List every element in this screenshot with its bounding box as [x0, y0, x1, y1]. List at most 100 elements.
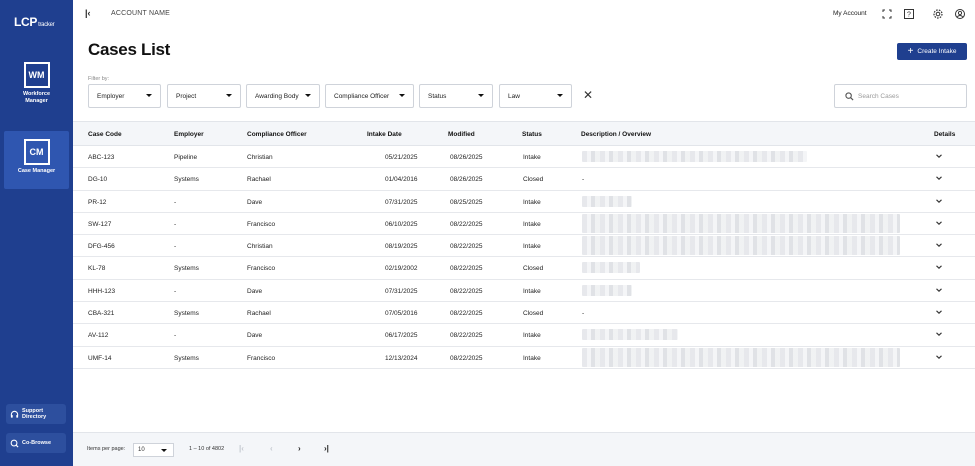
collapse-sidebar-icon[interactable]: |‹: [85, 8, 91, 18]
case-code[interactable]: PR-12: [88, 199, 106, 206]
status: Closed: [523, 176, 544, 184]
redacted-description: [582, 329, 678, 341]
filter-employer[interactable]: Employer: [88, 84, 161, 108]
employer: Systems: [174, 310, 199, 318]
column-header[interactable]: Employer: [174, 131, 204, 138]
filter-awarding-body[interactable]: Awarding Body: [246, 84, 320, 108]
case-code[interactable]: AV-112: [88, 332, 108, 339]
support-directory-button[interactable]: Support Directory: [6, 404, 66, 424]
create-intake-button[interactable]: + Create Intake: [897, 43, 967, 60]
employer: -: [174, 243, 177, 251]
chevron-down-icon[interactable]: [935, 174, 943, 182]
clear-filters-icon[interactable]: ✕: [583, 89, 593, 101]
chevron-down-icon[interactable]: [935, 353, 943, 361]
help-icon[interactable]: ?: [903, 8, 915, 20]
chevron-down-icon[interactable]: [935, 241, 943, 249]
cases-table: Case Code Employer Compliance Officer In…: [73, 121, 975, 369]
column-header[interactable]: Modified: [448, 131, 475, 138]
employer: Pipeline: [174, 154, 198, 161]
search-box[interactable]: [834, 84, 967, 108]
case-code[interactable]: CBA-321: [88, 310, 114, 317]
search-input[interactable]: [858, 92, 958, 100]
table-row[interactable]: DFG-456 - Christian 08/19/2025 08/22/202…: [73, 235, 975, 258]
case-code[interactable]: SW-127: [88, 221, 111, 228]
status: Closed: [523, 265, 544, 273]
table-row[interactable]: AV-112 - Dave 06/17/2025 08/22/2025 Inta…: [73, 324, 975, 347]
chevron-down-icon[interactable]: [935, 152, 943, 160]
app-logo[interactable]: LCPtracker: [14, 15, 55, 29]
chevron-down-icon[interactable]: [935, 197, 943, 205]
items-per-page-label: Items per page:: [87, 446, 126, 452]
case-code[interactable]: DG-10: [88, 176, 107, 183]
filter-project[interactable]: Project: [167, 84, 241, 108]
column-header[interactable]: Description / Overview: [581, 131, 651, 138]
filter-law[interactable]: Law: [499, 84, 572, 108]
employer: -: [174, 332, 177, 340]
chevron-down-icon[interactable]: [935, 308, 943, 316]
table-row[interactable]: KL-78 Systems Francisco 02/19/2002 08/22…: [73, 257, 975, 280]
employer: -: [174, 198, 177, 206]
filter-status[interactable]: Status: [419, 84, 493, 108]
modified-date: 08/22/2025: [450, 354, 483, 362]
co-browse-button[interactable]: Co-Browse: [6, 433, 66, 453]
first-page-icon[interactable]: |‹: [239, 444, 244, 453]
table-row[interactable]: SW-127 - Francisco 06/10/2025 08/22/2025…: [73, 213, 975, 236]
plus-icon: +: [907, 45, 914, 57]
user-account-icon[interactable]: [954, 8, 966, 20]
column-header[interactable]: Compliance Officer: [247, 131, 307, 138]
filter-compliance-officer[interactable]: Compliance Officer: [325, 84, 414, 108]
chevron-down-icon[interactable]: [935, 286, 943, 294]
next-page-icon[interactable]: ›: [298, 444, 301, 453]
column-header[interactable]: Case Code: [88, 131, 122, 138]
compliance-officer: Dave: [247, 287, 263, 295]
chevron-down-icon[interactable]: [935, 219, 943, 227]
status: Intake: [523, 154, 541, 161]
case-code[interactable]: ABC-123: [88, 154, 114, 161]
column-header[interactable]: Status: [522, 131, 542, 138]
intake-date: 07/31/2025: [385, 198, 418, 206]
caret-down-icon: [161, 449, 167, 452]
sidebar-item-workforce-manager[interactable]: WM Workforce Manager: [4, 58, 69, 116]
case-code[interactable]: UMF-14: [88, 355, 111, 362]
my-account-link[interactable]: My Account: [833, 10, 867, 17]
intake-date: 06/10/2025: [385, 220, 418, 228]
table-row[interactable]: ABC-123 Pipeline Christian 05/21/2025 08…: [73, 146, 975, 169]
items-per-page-select[interactable]: 10: [133, 443, 174, 457]
compliance-officer: Dave: [247, 332, 263, 340]
sidebar-item-case-manager[interactable]: CM Case Manager: [4, 131, 69, 189]
employer: -: [174, 220, 177, 228]
co-browse-icon: [10, 439, 19, 448]
column-header[interactable]: Intake Date: [367, 131, 402, 138]
caret-down-icon: [305, 94, 311, 97]
previous-page-icon[interactable]: ‹: [270, 444, 273, 453]
modified-date: 08/26/2025: [450, 176, 483, 184]
redacted-description: [582, 347, 900, 367]
table-row[interactable]: PR-12 - Dave 07/31/2025 08/25/2025 Intak…: [73, 191, 975, 213]
gear-icon[interactable]: [932, 8, 944, 20]
status: Closed: [523, 310, 544, 318]
case-code[interactable]: HHH-123: [88, 288, 115, 295]
compliance-officer: Christian: [247, 154, 273, 161]
table-header: Case Code Employer Compliance Officer In…: [73, 121, 975, 146]
status: Intake: [523, 332, 541, 340]
chevron-down-icon[interactable]: [935, 263, 943, 271]
table-row[interactable]: DG-10 Systems Rachael 01/04/2016 08/26/2…: [73, 168, 975, 191]
last-page-icon[interactable]: ›|: [324, 444, 329, 453]
redacted-description: [582, 151, 807, 162]
caret-down-icon: [226, 94, 232, 97]
table-row[interactable]: UMF-14 Systems Francisco 12/13/2024 08/2…: [73, 347, 975, 369]
chevron-down-icon[interactable]: [935, 330, 943, 338]
table-row[interactable]: CBA-321 Systems Rachael 07/05/2016 08/22…: [73, 302, 975, 325]
case-code[interactable]: KL-78: [88, 265, 105, 272]
fullscreen-icon[interactable]: [881, 8, 893, 20]
redacted-description: [582, 236, 900, 256]
svg-text:?: ?: [907, 12, 911, 19]
search-icon: [845, 91, 854, 101]
table-row[interactable]: HHH-123 - Dave 07/31/2025 08/22/2025 Int…: [73, 280, 975, 303]
employer: -: [174, 287, 177, 295]
case-code[interactable]: DFG-456: [88, 243, 115, 250]
compliance-officer: Christian: [247, 243, 273, 251]
redacted-description: [582, 262, 640, 274]
redacted-description: [582, 284, 632, 296]
status: Intake: [523, 287, 541, 295]
